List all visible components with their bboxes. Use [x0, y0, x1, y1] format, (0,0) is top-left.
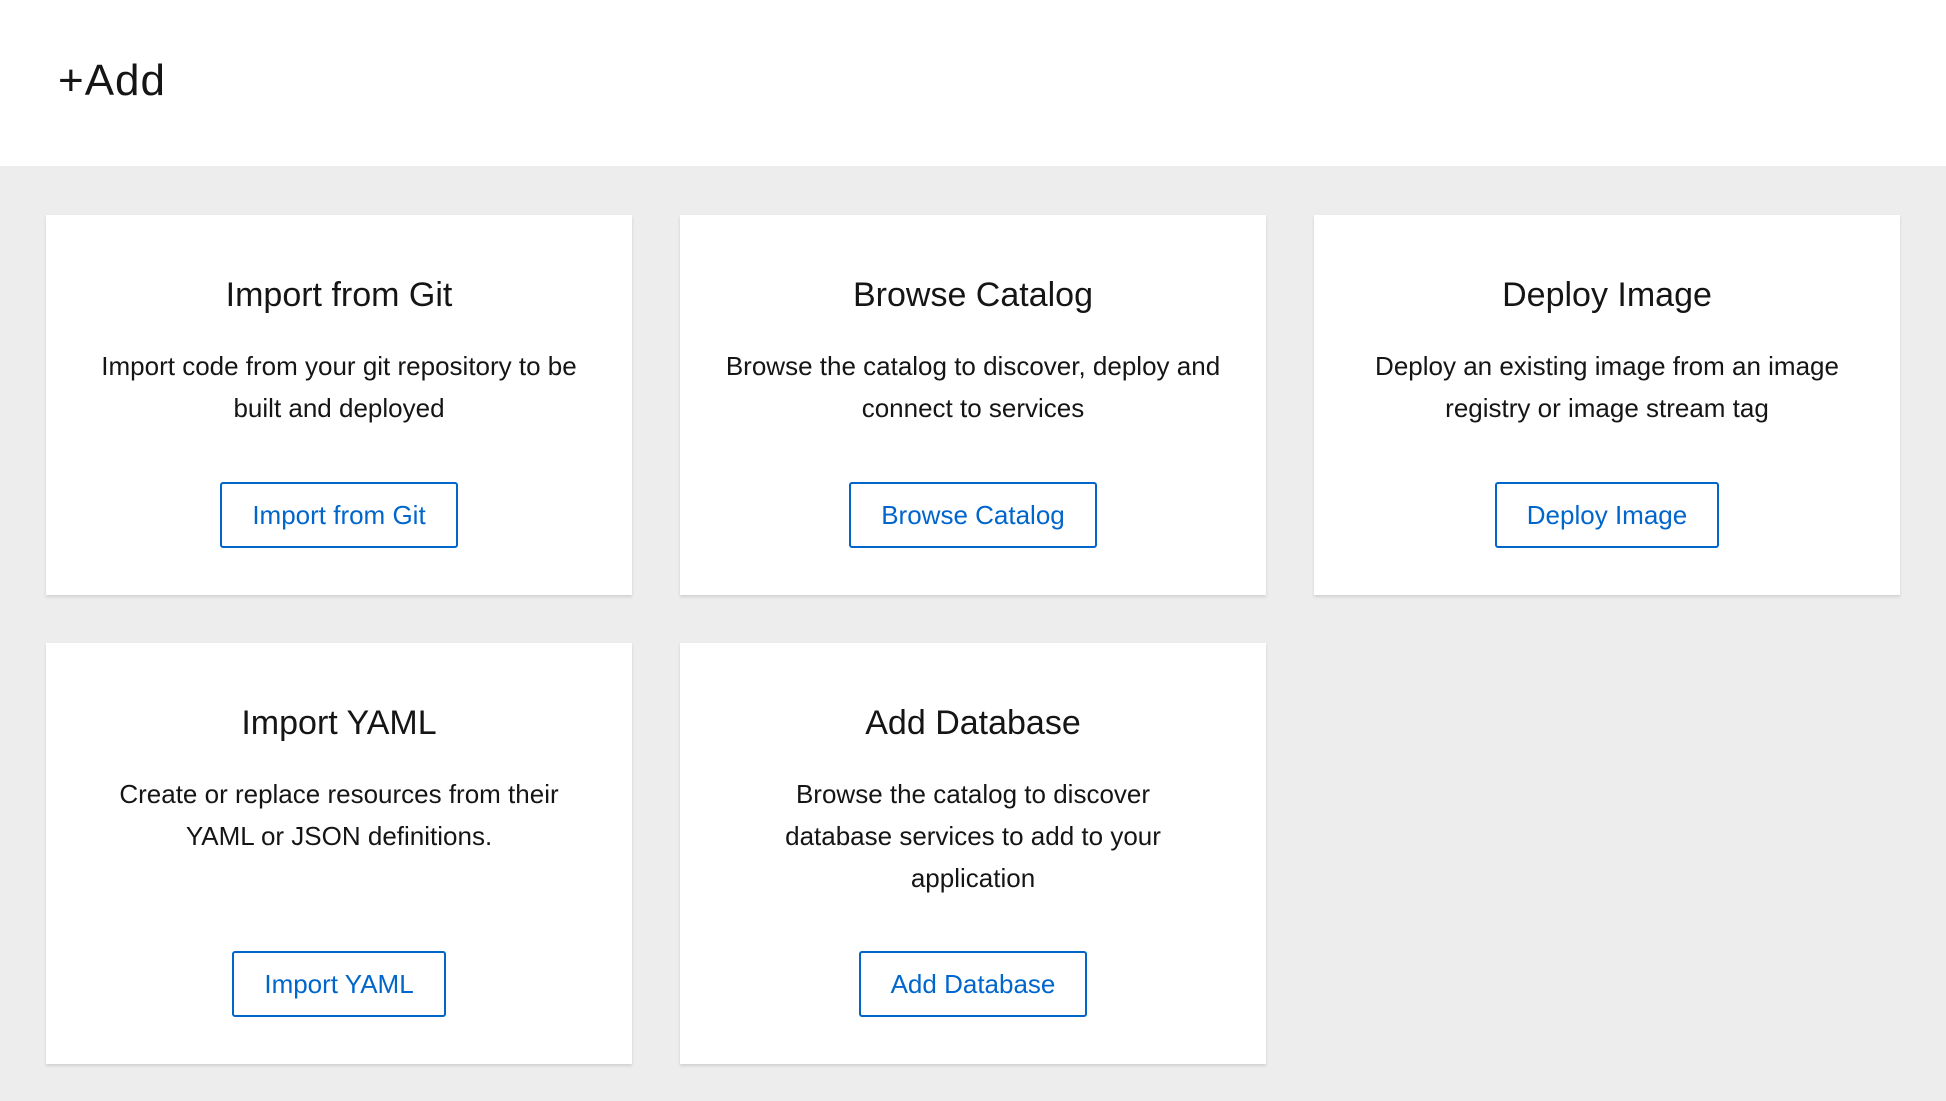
card-description: Browse the catalog to discover database … — [785, 779, 1161, 893]
add-options-grid: Import from Git Import code from your gi… — [0, 166, 1946, 1064]
card-title: Deploy Image — [1502, 276, 1712, 314]
page-header: +Add — [0, 0, 1946, 166]
add-database-button[interactable]: Add Database — [858, 951, 1088, 1017]
card-description: Browse the catalog to discover, deploy a… — [725, 351, 1221, 423]
browse-catalog-button[interactable]: Browse Catalog — [849, 482, 1097, 548]
card-browse-catalog: Browse Catalog Browse the catalog to dis… — [680, 215, 1266, 595]
card-title: Import from Git — [225, 276, 453, 314]
deploy-image-button[interactable]: Deploy Image — [1494, 482, 1720, 548]
card-deploy-image: Deploy Image Deploy an existing image fr… — [1314, 215, 1900, 595]
card-description: Deploy an existing image from an image r… — [1375, 351, 1839, 423]
card-add-database: Add Database Browse the catalog to disco… — [680, 643, 1266, 1064]
card-import-from-git: Import from Git Import code from your gi… — [46, 215, 632, 595]
page-title: +Add — [58, 56, 166, 105]
card-import-yaml: Import YAML Create or replace resources … — [46, 643, 632, 1064]
card-title: Add Database — [865, 704, 1081, 742]
import-from-git-button[interactable]: Import from Git — [220, 482, 458, 548]
card-title: Browse Catalog — [852, 276, 1093, 314]
import-yaml-button[interactable]: Import YAML — [232, 951, 446, 1017]
card-title: Import YAML — [241, 704, 437, 742]
card-description: Create or replace resources from their Y… — [119, 779, 559, 851]
card-description: Import code from your git repository to … — [101, 351, 577, 423]
